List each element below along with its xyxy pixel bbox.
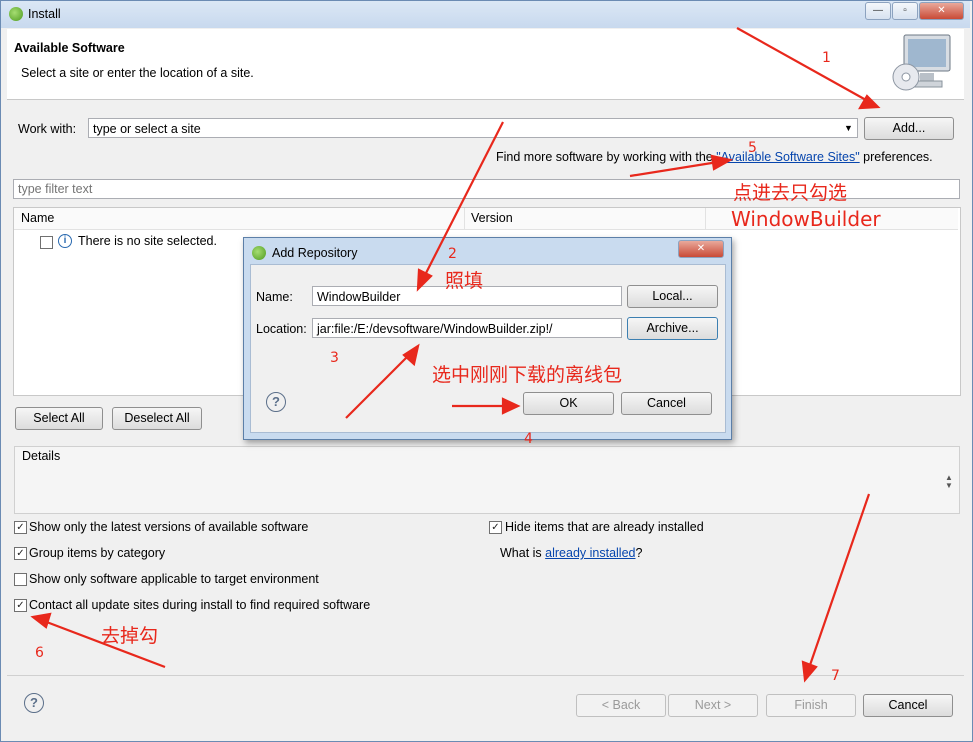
annotation-number: 3 [330,350,339,366]
annotation-number: 6 [35,645,44,661]
annotation-windowbuilder: WindowBuilder [731,207,881,231]
annotation-select-offline: 选中刚刚下载的离线包 [432,364,623,386]
annotation-click-in: 点进去只勾选 [733,182,848,204]
annotation-number: 2 [448,246,457,262]
annotation-number: 5 [748,140,757,156]
annotation-fill-in: 照填 [445,270,484,292]
annotation-number: 1 [822,50,831,66]
annotation-number: 4 [524,431,533,447]
annotation-number: 7 [831,668,840,684]
annotation-uncheck: 去掉勾 [101,625,159,647]
